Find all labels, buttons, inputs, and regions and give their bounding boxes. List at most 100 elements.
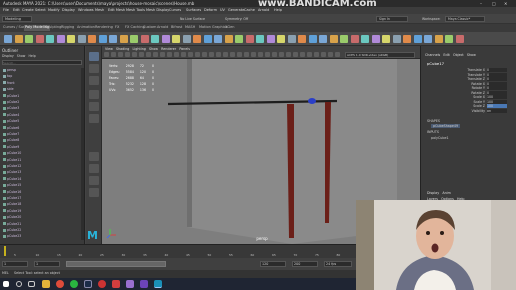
viewport-tool-icon[interactable]	[167, 52, 172, 57]
outliner-item[interactable]: pCube20	[3, 215, 81, 220]
outliner-item[interactable]: pCube6	[3, 126, 81, 131]
menu-create[interactable]: Create	[22, 8, 34, 12]
vp-menu-view[interactable]: View	[105, 47, 113, 51]
shelf-tool-icon[interactable]	[256, 35, 264, 43]
channel-row[interactable]: Rotate Y0	[455, 86, 515, 90]
sign-in-button[interactable]: Sign In	[376, 16, 408, 22]
layout-outliner-button[interactable]	[89, 188, 99, 197]
outliner-item[interactable]: pCube2	[3, 100, 81, 105]
viewport-tool-icon[interactable]	[118, 52, 123, 57]
menu-modify[interactable]: Modify	[48, 8, 60, 12]
shelf-tool-icon[interactable]	[56, 35, 65, 43]
range-start-field[interactable]: 1	[2, 261, 28, 267]
viewport-tool-icon[interactable]	[104, 52, 109, 57]
outliner-item[interactable]: pCube14	[3, 177, 81, 182]
minimize-button[interactable]: –	[480, 1, 488, 6]
channel-value-field[interactable]: 0	[487, 77, 507, 81]
viewport-tool-icon[interactable]	[125, 52, 130, 57]
shelf-tool-icon[interactable]	[88, 35, 96, 43]
channel-row[interactable]: Rotate X0	[455, 81, 515, 86]
shelf-tool-icon[interactable]	[14, 35, 23, 43]
steam-icon[interactable]	[84, 280, 92, 288]
shelf-tool-icon[interactable]	[277, 35, 285, 43]
viewport-tool-icon[interactable]	[202, 52, 207, 57]
outliner-item[interactable]: persp	[3, 68, 81, 73]
outliner-item[interactable]: pCube5	[3, 119, 81, 124]
close-button[interactable]: ✕	[504, 1, 512, 6]
viewport-tool-icon[interactable]	[132, 52, 137, 57]
channel-value-field[interactable]: 100	[487, 99, 507, 104]
shelf-tool-icon[interactable]	[245, 35, 254, 43]
menu-mesh[interactable]: Mesh	[95, 8, 104, 12]
shelf-tool-icon[interactable]	[350, 35, 359, 43]
viewport-tool-icon[interactable]	[230, 52, 235, 57]
vp-menu-show[interactable]: Show	[149, 47, 158, 51]
menu-edit-mesh[interactable]: Edit Mesh	[108, 8, 125, 12]
layout-single-button[interactable]	[89, 152, 99, 161]
input-node-name[interactable]: polyCube1	[431, 136, 449, 140]
viewport-tool-icon[interactable]	[272, 52, 277, 57]
mel-label[interactable]: MEL	[2, 271, 9, 275]
outliner-item[interactable]: pCube3	[3, 106, 81, 111]
channel-value-field[interactable]: 100	[487, 95, 507, 99]
viewport-tool-icon[interactable]	[293, 52, 298, 57]
shelf-tool-icon[interactable]	[319, 35, 327, 43]
media-icon[interactable]	[98, 280, 106, 288]
fps-select[interactable]: 24 fps	[324, 261, 352, 267]
range-end-field[interactable]: 200	[292, 261, 318, 267]
cb-menu-object[interactable]: Object	[453, 53, 464, 57]
shelf-tool-icon[interactable]	[266, 35, 275, 43]
channel-row[interactable]: Scale X 100	[455, 95, 515, 99]
outliner-item[interactable]: pCube18	[3, 202, 81, 207]
viewport-tool-icon[interactable]	[174, 52, 179, 57]
menu-mesh-tools[interactable]: Mesh Tools	[126, 8, 145, 12]
range-inner-start-field[interactable]: 1	[34, 261, 60, 267]
viewport-tool-icon[interactable]	[300, 52, 305, 57]
mode-select[interactable]: Modeling	[2, 16, 32, 22]
outliner-item[interactable]: pCube19	[3, 209, 81, 214]
shelf-tool-icon[interactable]	[193, 35, 201, 43]
shelf-tool-icon[interactable]	[35, 35, 44, 43]
shelf-tab-rigging[interactable]: Rigging	[60, 25, 75, 31]
viewport-tool-icon[interactable]	[216, 52, 221, 57]
menu-surfaces[interactable]: Surfaces	[186, 8, 201, 12]
outliner-item[interactable]: pCube12	[3, 164, 81, 169]
paint-select-button[interactable]	[89, 76, 99, 85]
layout-four-button[interactable]	[89, 164, 99, 173]
select-tool-button[interactable]	[89, 52, 99, 61]
viewport-tool-icon[interactable]	[335, 52, 340, 57]
shelf-tool-icon[interactable]	[67, 35, 75, 43]
vp-menu-shading[interactable]: Shading	[116, 47, 129, 51]
viewport-tool-icon[interactable]	[279, 52, 284, 57]
viewport-tool-icon[interactable]	[244, 52, 249, 57]
outliner-menu-help[interactable]: Help	[28, 54, 35, 58]
outliner-item[interactable]: pCube16	[3, 190, 81, 195]
shelf-tool-icon[interactable]	[98, 35, 107, 43]
menu-help[interactable]: Help	[274, 8, 282, 12]
viewport-tool-icon[interactable]	[321, 52, 326, 57]
shelf-tab-mash[interactable]: MASH	[184, 25, 196, 31]
menu-windows[interactable]: Windows	[78, 8, 94, 12]
task-view-icon[interactable]	[28, 281, 35, 287]
viewport-tool-icon[interactable]	[111, 52, 116, 57]
layout-side-button[interactable]	[89, 176, 99, 185]
channel-value-field[interactable]: on	[487, 108, 507, 113]
viewport-tool-icon[interactable]	[209, 52, 214, 57]
outliner-item[interactable]: pCube22	[3, 228, 81, 233]
shelf-tool-icon[interactable]	[329, 35, 338, 43]
visual-studio-icon[interactable]	[140, 280, 148, 288]
shelf-tool-icon[interactable]	[371, 35, 380, 43]
channel-value-field[interactable]: 0	[487, 86, 507, 90]
viewport-tool-icon[interactable]	[146, 52, 151, 57]
shelf-tool-icon[interactable]	[403, 35, 411, 43]
outliner-item[interactable]: side	[3, 87, 81, 92]
cb-menu-channels[interactable]: Channels	[425, 53, 440, 57]
cb-menu-show[interactable]: Show	[467, 53, 476, 57]
search-icon[interactable]	[16, 281, 22, 287]
shelf-tool-icon[interactable]	[382, 35, 390, 43]
channel-row[interactable]: Rotate Z0	[455, 90, 515, 95]
shelf-tool-icon[interactable]	[413, 35, 422, 43]
shelf-tool-icon[interactable]	[361, 35, 369, 43]
shelf-tool-icon[interactable]	[140, 35, 149, 43]
app-icon[interactable]	[126, 280, 134, 288]
